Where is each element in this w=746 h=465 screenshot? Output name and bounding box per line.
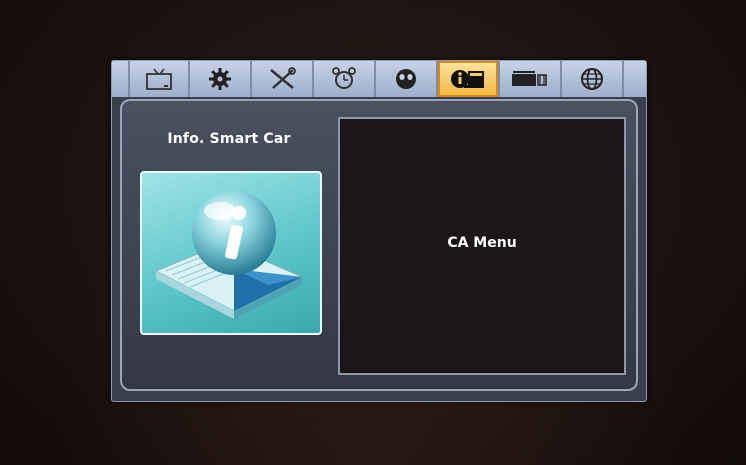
tab-globe[interactable]: [562, 61, 624, 97]
tab-face[interactable]: [376, 61, 438, 97]
tab-tv[interactable]: [128, 61, 190, 97]
tab-tools[interactable]: [252, 61, 314, 97]
globe-icon: [578, 66, 606, 92]
face-icon: [392, 66, 420, 92]
alarm-clock-icon: [330, 66, 358, 92]
content-panel: Info. Smart Car CA Menu: [120, 99, 638, 391]
osd-menu: Info. Smart Car CA Menu: [112, 61, 646, 401]
tab-battery[interactable]: [500, 61, 562, 97]
ca-menu-area[interactable]: CA Menu: [338, 117, 626, 375]
tab-info[interactable]: [438, 61, 500, 97]
menu-title: Info. Smart Car: [167, 131, 291, 147]
info-icon-tile[interactable]: [140, 171, 322, 335]
gear-icon: [207, 66, 233, 92]
tab-alarm[interactable]: [314, 61, 376, 97]
battery-icon: [510, 67, 550, 91]
info-book-icon: [142, 191, 320, 333]
tools-icon: [267, 66, 297, 92]
ca-menu-label: CA Menu: [447, 235, 517, 251]
tab-settings[interactable]: [190, 61, 252, 97]
tab-bar: [112, 61, 646, 97]
info-card-icon: [450, 66, 486, 92]
tv-icon: [144, 67, 174, 91]
